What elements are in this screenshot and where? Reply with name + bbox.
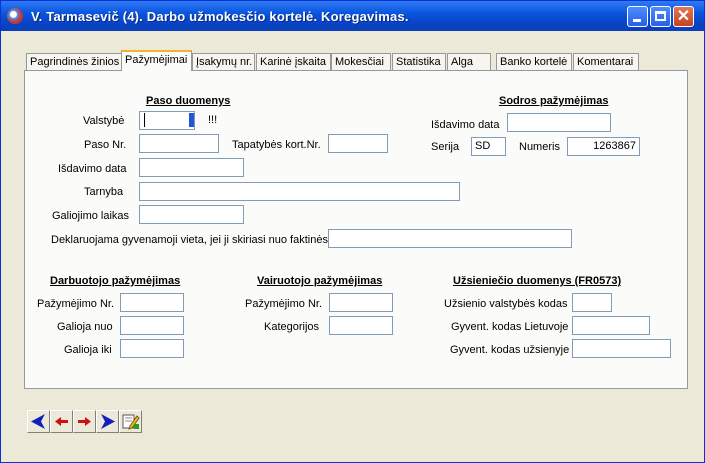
passport-issue-date-field[interactable] <box>139 158 244 177</box>
close-button[interactable]: ✕ <box>673 6 694 27</box>
employee-cert-no-field[interactable] <box>120 293 184 312</box>
previous-record-icon <box>55 417 68 426</box>
country-code-label: Užsienio valstybės kodas <box>444 298 568 310</box>
residence-label: Deklaruojama gyvenamoji vieta, jei ji sk… <box>51 234 328 246</box>
tab-isakymu-nr[interactable]: Įsakymų nr. <box>192 53 255 70</box>
sodra-issue-date-label: Išdavimo data <box>431 119 500 131</box>
lt-code-label: Gyvent. kodas Lietuvoje <box>451 321 569 333</box>
driver-license-header: Vairuotojo pažymėjimas <box>257 275 383 287</box>
employee-cert-header: Darbuotojo pažymėjimas <box>50 275 181 287</box>
state-field[interactable] <box>139 111 195 130</box>
tab-alga[interactable]: Alga <box>447 53 491 70</box>
passport-no-field[interactable] <box>139 134 219 153</box>
previous-record-button[interactable] <box>50 410 73 433</box>
country-code-field[interactable] <box>572 293 612 312</box>
passport-header: Paso duomenys <box>146 95 231 107</box>
institution-label: Tarnyba <box>84 186 124 198</box>
first-record-icon <box>31 414 45 429</box>
foreign-code-label: Gyvent. kodas užsienyje <box>450 344 570 356</box>
text-caret <box>144 113 145 127</box>
sodra-issue-date-field[interactable] <box>507 113 611 132</box>
employee-cert-no-label: Pažymėjimo Nr. <box>37 298 115 310</box>
driver-license-no-field[interactable] <box>329 293 393 312</box>
state-label: Valstybė <box>83 115 125 127</box>
valid-to-field[interactable] <box>120 339 184 358</box>
first-record-button[interactable] <box>27 410 50 433</box>
last-record-icon <box>101 414 115 429</box>
valid-from-field[interactable] <box>120 316 184 335</box>
sodra-number-label: Numeris <box>519 141 560 153</box>
minimize-button[interactable] <box>627 6 648 27</box>
residence-field[interactable] <box>328 229 572 248</box>
valid-from-label: Galioja nuo <box>57 321 113 333</box>
last-record-button[interactable] <box>96 410 119 433</box>
tab-pagrindines-zinios[interactable]: Pagrindinės žinios <box>26 53 122 70</box>
tab-komentarai[interactable]: Komentarai <box>573 53 639 70</box>
sodra-series-field[interactable]: SD <box>471 137 506 156</box>
passport-no-label: Paso Nr. <box>84 139 127 151</box>
sodra-header: Sodros pažymėjimas <box>499 95 609 107</box>
window-title: V. Tarmasevič (4). Darbo užmokesčio kort… <box>31 9 409 24</box>
tab-banko-kortele[interactable]: Banko kortelė <box>496 53 572 70</box>
tab-statistika[interactable]: Statistika <box>392 53 446 70</box>
next-record-icon <box>78 417 91 426</box>
lt-code-field[interactable] <box>572 316 650 335</box>
edit-record-icon <box>122 414 140 430</box>
foreign-code-field[interactable] <box>572 339 671 358</box>
foreigner-header: Užsieniečio duomenys (FR0573) <box>453 275 622 287</box>
tab-mokesciai[interactable]: Mokesčiai <box>331 53 391 70</box>
tab-karine-iskaita[interactable]: Karinė įskaita <box>256 53 331 70</box>
validity-field[interactable] <box>139 205 244 224</box>
passport-issue-date-label: Išdavimo data <box>58 163 127 175</box>
maximize-icon <box>655 11 666 21</box>
next-record-button[interactable] <box>73 410 96 433</box>
state-warning: !!! <box>208 114 218 126</box>
app-icon[interactable] <box>7 8 23 24</box>
minimize-icon <box>633 19 641 22</box>
categories-field[interactable] <box>329 316 393 335</box>
maximize-button[interactable] <box>650 6 671 27</box>
categories-label: Kategorijos <box>264 321 320 333</box>
state-dropdown-marker[interactable] <box>189 113 194 127</box>
sodra-number-field[interactable]: 1263867 <box>567 137 640 156</box>
tab-pazymejimai[interactable]: Pažymėjimai <box>121 50 192 71</box>
sodra-series-label: Serija <box>431 141 460 153</box>
edit-record-button[interactable] <box>119 410 142 433</box>
driver-license-no-label: Pažymėjimo Nr. <box>245 298 323 310</box>
close-icon: ✕ <box>676 8 691 25</box>
institution-field[interactable] <box>139 182 460 201</box>
title-bar[interactable]: V. Tarmasevič (4). Darbo užmokesčio kort… <box>1 1 704 31</box>
id-card-field[interactable] <box>328 134 388 153</box>
valid-to-label: Galioja iki <box>64 344 112 356</box>
application-window: V. Tarmasevič (4). Darbo užmokesčio kort… <box>0 0 705 463</box>
id-card-label: Tapatybės kort.Nr. <box>232 139 321 151</box>
validity-label: Galiojimo laikas <box>52 210 130 222</box>
